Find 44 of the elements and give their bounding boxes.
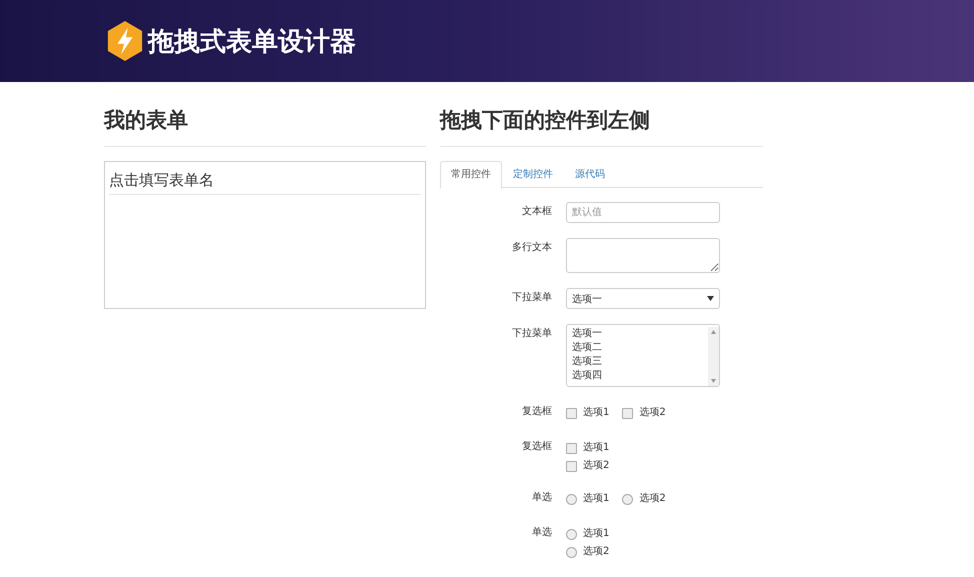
field-label: 复选框	[521, 440, 553, 454]
checkbox[interactable]	[566, 460, 577, 472]
option-label: 选项1	[583, 441, 610, 455]
form-canvas[interactable]: 点击填写表单名	[104, 161, 426, 309]
section-heading: 我的表单	[104, 106, 426, 147]
list-option[interactable]: 选项一	[572, 327, 602, 341]
scroll-up-icon[interactable]	[711, 330, 716, 334]
form-name[interactable]: 点击填写表单名	[109, 162, 421, 195]
option-label: 选项1	[583, 492, 610, 506]
field-label: 单选	[531, 490, 553, 505]
section-heading: 拖拽下面的控件到左侧	[440, 106, 763, 147]
list-option[interactable]: 选项三	[572, 355, 602, 369]
tab[interactable]: 源代码	[564, 161, 616, 187]
checkbox[interactable]	[566, 408, 577, 418]
option-label: 选项1	[583, 406, 610, 420]
caret-icon	[707, 296, 714, 301]
option-label: 选项2	[639, 492, 666, 506]
option-label: 选项2	[639, 406, 666, 420]
field-label: 复选框	[521, 404, 553, 419]
lightning-logo-icon	[106, 20, 144, 62]
dropdown[interactable]: 选项一	[566, 288, 720, 309]
option-label: 选项2	[583, 545, 610, 559]
field-label: 下拉菜单	[511, 326, 553, 341]
checkbox[interactable]	[622, 408, 634, 418]
list-option[interactable]: 选项四	[572, 369, 602, 383]
field-label: 文本框	[521, 204, 553, 219]
checkbox[interactable]	[566, 442, 577, 454]
radio-button[interactable]	[566, 528, 577, 540]
field-label: 下拉菜单	[511, 290, 553, 305]
textarea-field[interactable]	[566, 238, 720, 273]
radio-button[interactable]	[566, 546, 577, 558]
tab[interactable]: 定制控件	[502, 161, 564, 187]
app-title: 拖拽式表单设计器	[148, 26, 356, 58]
tab[interactable]: 常用控件	[440, 161, 502, 189]
list-option[interactable]: 选项二	[572, 341, 602, 355]
scroll-down-icon[interactable]	[711, 379, 716, 383]
radio-button[interactable]	[622, 494, 634, 504]
list-box[interactable]: 选项一 选项二 选项三 选项四	[566, 324, 720, 387]
radio-button[interactable]	[566, 494, 577, 504]
field-label: 多行文本	[511, 240, 553, 255]
text-input-field[interactable]: 默认值	[566, 202, 720, 223]
option-label: 选项1	[583, 527, 610, 541]
field-label: 单选	[531, 526, 553, 540]
option-label: 选项2	[583, 459, 610, 473]
